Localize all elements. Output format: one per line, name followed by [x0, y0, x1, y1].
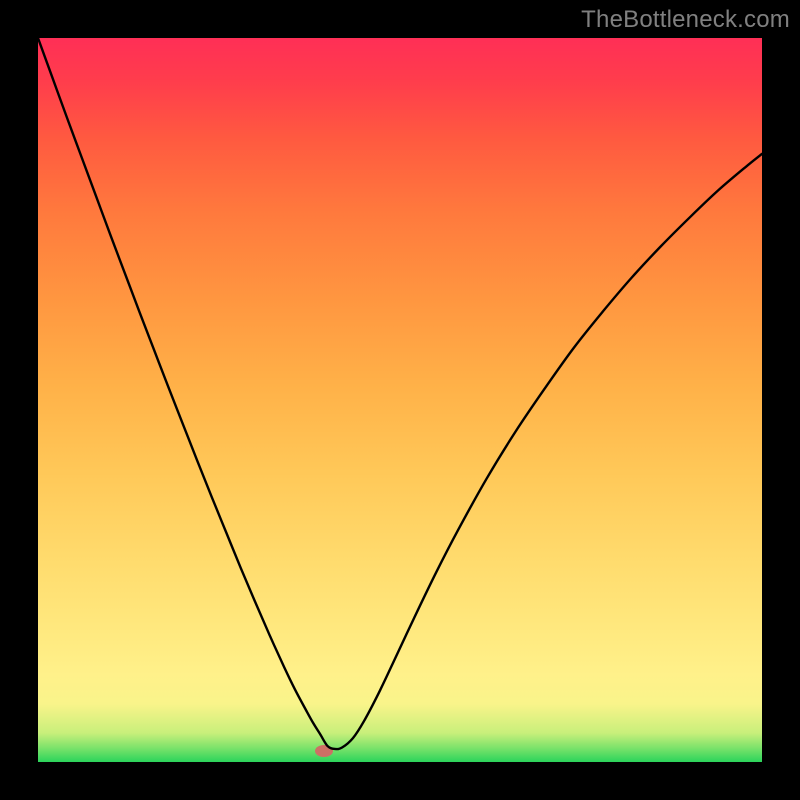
- bottleneck-curve: [38, 38, 762, 749]
- plot-area: [38, 38, 762, 762]
- watermark-text: TheBottleneck.com: [581, 6, 790, 34]
- chart-frame: TheBottleneck.com: [0, 0, 800, 800]
- curve-svg: [38, 38, 762, 762]
